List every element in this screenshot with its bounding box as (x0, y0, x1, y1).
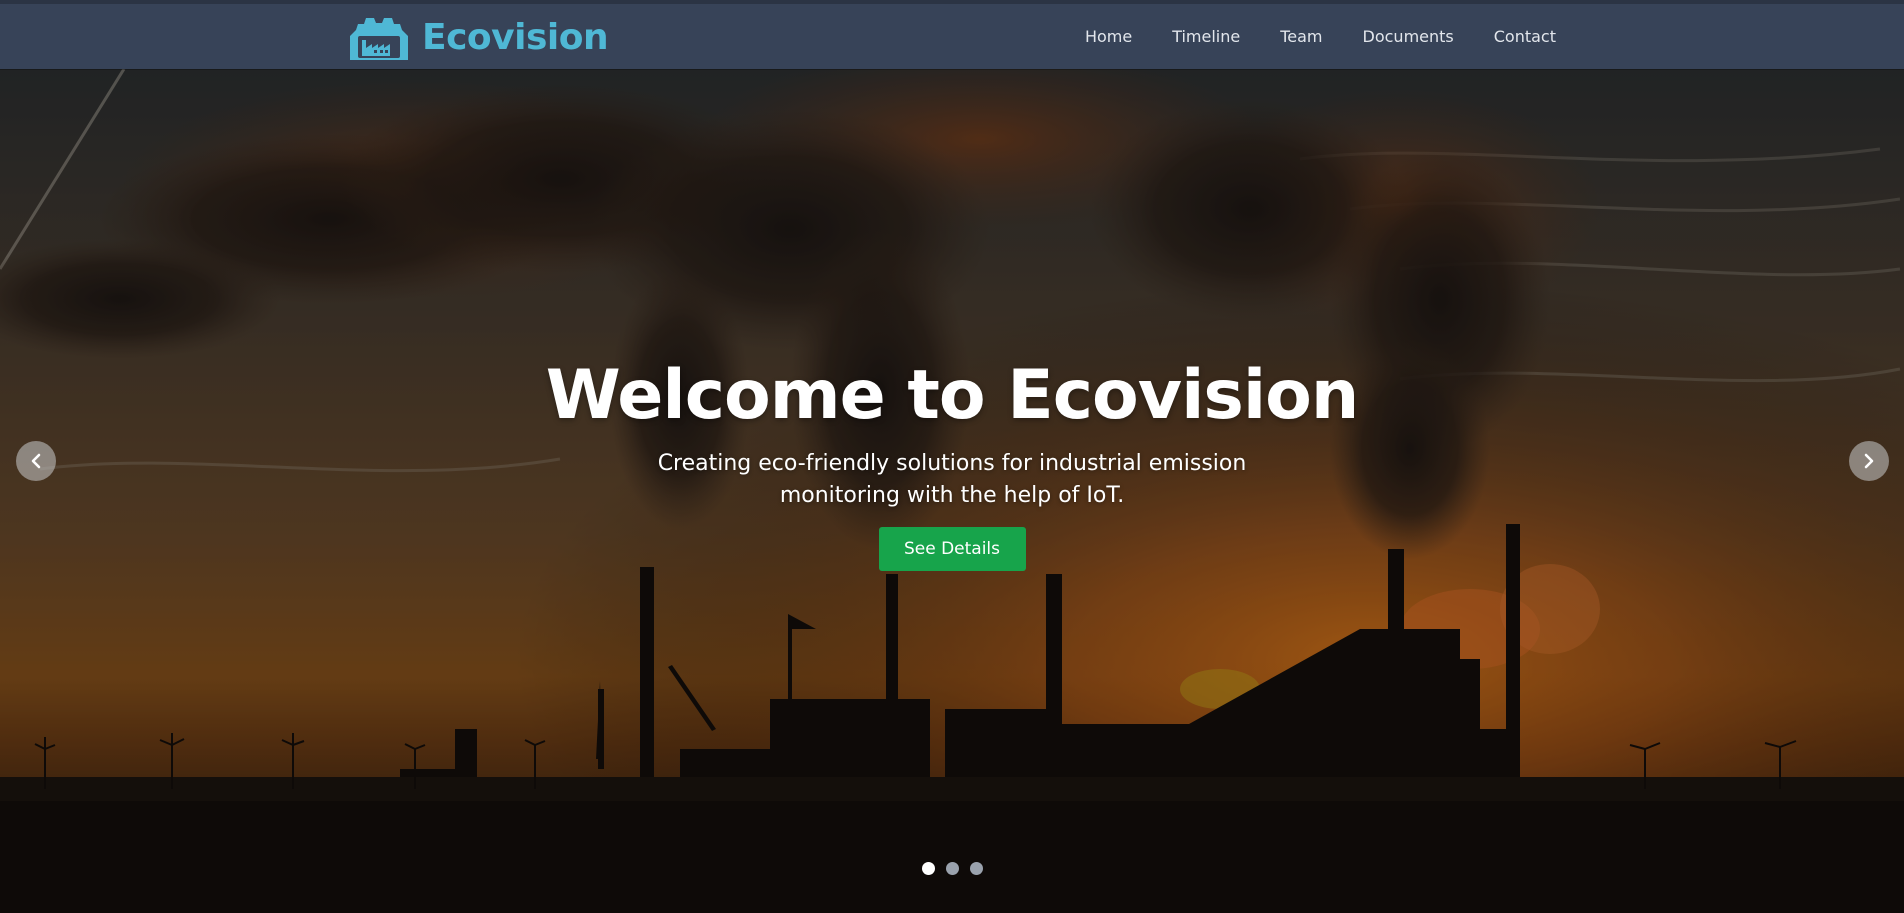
nav-home[interactable]: Home (1085, 27, 1132, 46)
factory-gear-icon (350, 18, 408, 60)
hero-title: Welcome to Ecovision (545, 356, 1360, 435)
carousel-indicator-2[interactable] (945, 862, 959, 875)
hero-caption: Welcome to Ecovision Creating eco-friend… (0, 356, 1904, 571)
carousel-next-button[interactable] (1849, 441, 1889, 481)
chevron-right-icon (1864, 453, 1874, 469)
main-nav: Home Timeline Team Documents Contact (1085, 4, 1556, 69)
nav-contact[interactable]: Contact (1494, 27, 1556, 46)
carousel-indicator-3[interactable] (969, 862, 983, 875)
see-details-button[interactable]: See Details (878, 527, 1026, 571)
carousel-prev-button[interactable] (16, 441, 56, 481)
navbar: Ecovision Home Timeline Team Documents C… (0, 0, 1904, 69)
nav-team[interactable]: Team (1280, 27, 1322, 46)
nav-timeline[interactable]: Timeline (1172, 27, 1240, 46)
brand-link[interactable]: Ecovision (344, 14, 609, 62)
chevron-left-icon (31, 453, 41, 469)
nav-documents[interactable]: Documents (1363, 27, 1454, 46)
carousel-indicators (0, 862, 1904, 875)
hero-carousel: Welcome to Ecovision Creating eco-friend… (0, 69, 1904, 913)
carousel-indicator-1[interactable] (921, 862, 935, 875)
brand-name: Ecovision (422, 17, 609, 58)
hero-subtitle: Creating eco-friendly solutions for indu… (657, 451, 1247, 508)
